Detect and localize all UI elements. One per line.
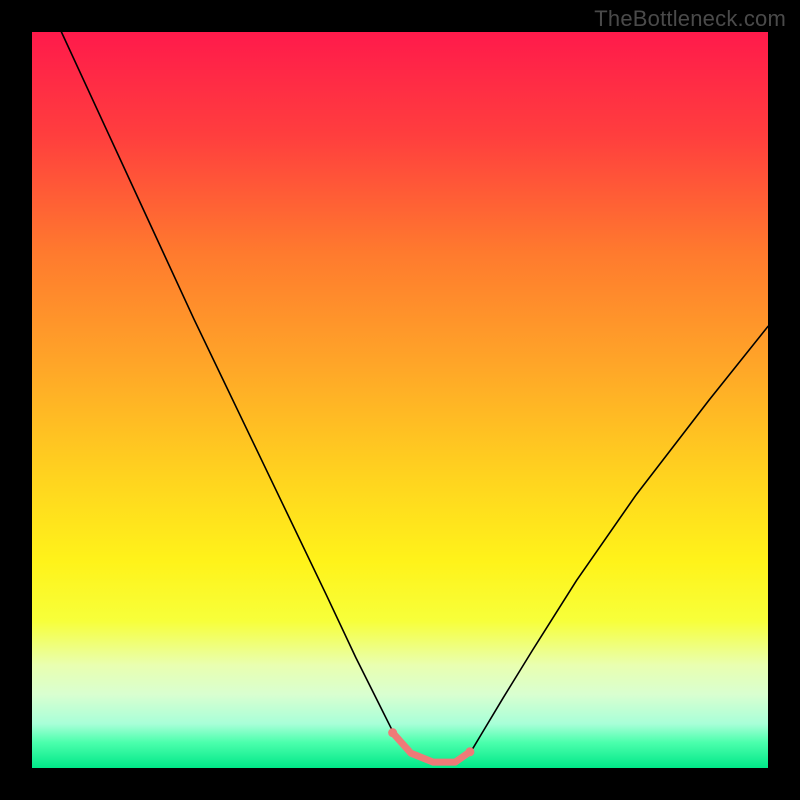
plot-svg [32,32,768,768]
watermark-text: TheBottleneck.com [594,6,786,32]
plot-area [32,32,768,768]
flat-segment-endpoint [465,747,474,756]
flat-segment-endpoint [388,728,397,737]
chart-frame: TheBottleneck.com [0,0,800,800]
gradient-background [32,32,768,768]
